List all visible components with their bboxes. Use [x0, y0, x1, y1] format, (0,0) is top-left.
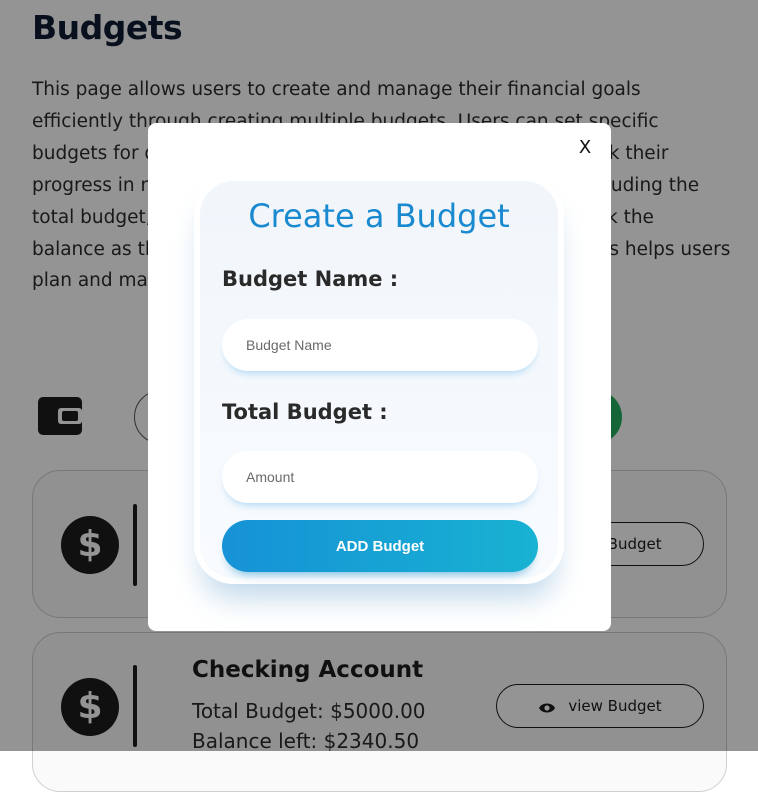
amount-input[interactable]	[222, 451, 538, 503]
form-title: Create a Budget	[248, 197, 510, 235]
total-budget-label: Total Budget :	[222, 400, 388, 424]
budget-name-label: Budget Name :	[222, 267, 399, 291]
add-budget-button[interactable]: ADD Budget	[222, 520, 538, 572]
create-budget-form: Create a Budget Budget Name : Total Budg…	[194, 175, 564, 584]
create-budget-modal: X Create a Budget Budget Name : Total Bu…	[148, 123, 611, 631]
budget-name-input[interactable]	[222, 319, 538, 371]
close-button[interactable]: X	[574, 137, 596, 159]
